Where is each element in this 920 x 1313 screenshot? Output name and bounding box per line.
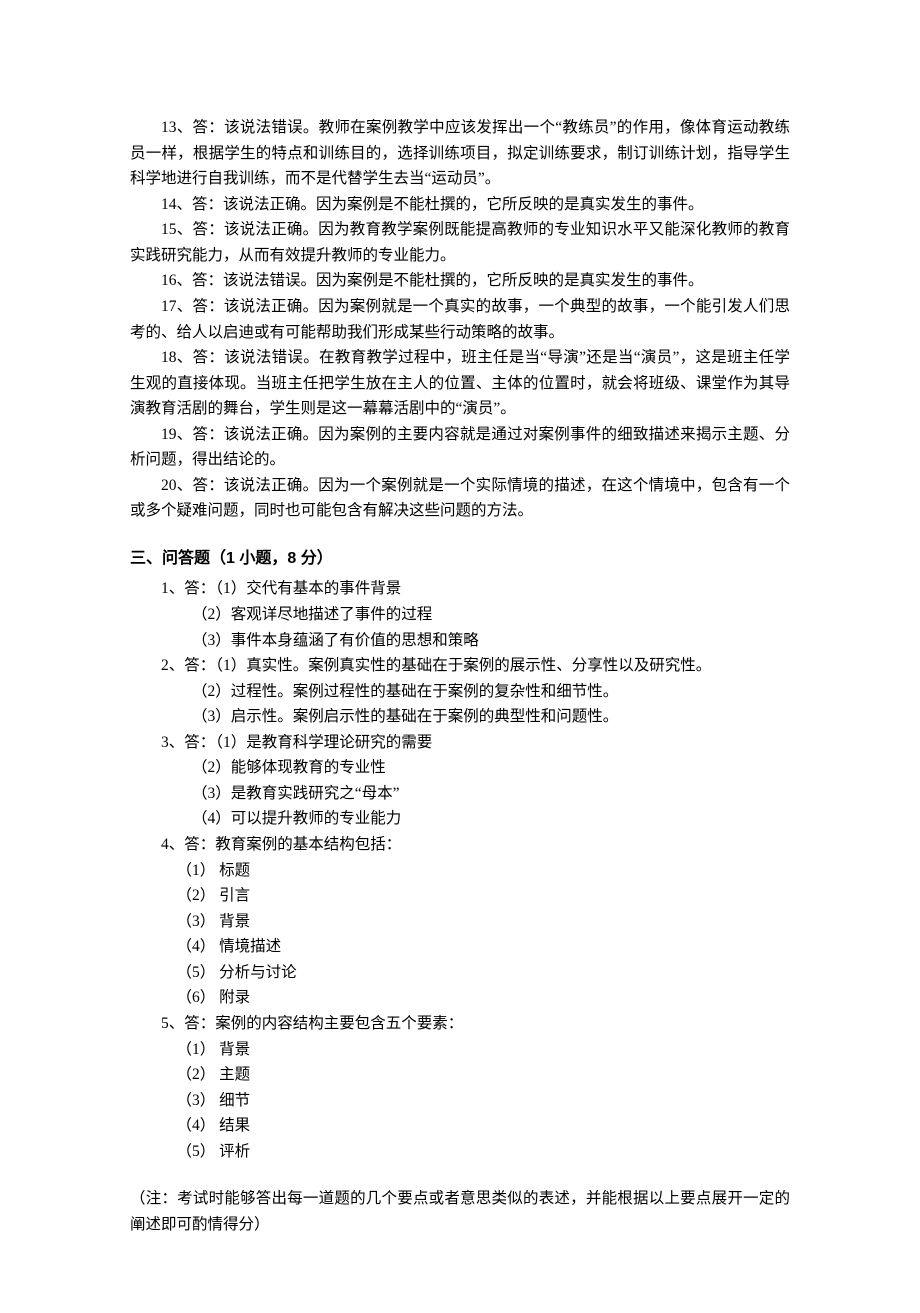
section-3-title: 三、问答题（1 小题，8 分）	[130, 546, 790, 572]
judgment-17: 17、答：该说法正确。因为案例就是一个真实的故事，一个典型的故事，一个能引发人们…	[130, 294, 790, 345]
qa-5-head: 5、答：案例的内容结构主要包含五个要素：	[130, 1011, 790, 1037]
qa-4-sub-4: （4） 情境描述	[130, 934, 790, 960]
qa-2: 2、答：（1）真实性。案例真实性的基础在于案例的展示性、分享性以及研究性。 （2…	[130, 653, 790, 730]
qa-1: 1、答：（1）交代有基本的事件背景 （2）客观详尽地描述了事件的过程 （3）事件…	[130, 576, 790, 653]
qa-4: 4、答：教育案例的基本结构包括： （1） 标题 （2） 引言 （3） 背景 （4…	[130, 832, 790, 1011]
qa-5-sub-2: （2） 主题	[130, 1062, 790, 1088]
judgment-16: 16、答：该说法错误。因为案例是不能杜撰的，它所反映的是真实发生的事件。	[130, 268, 790, 294]
qa-5: 5、答：案例的内容结构主要包含五个要素： （1） 背景 （2） 主题 （3） 细…	[130, 1011, 790, 1164]
judgment-14: 14、答：该说法正确。因为案例是不能杜撰的，它所反映的是真实发生的事件。	[130, 192, 790, 218]
qa-3-sub-1: （2）能够体现教育的专业性	[130, 755, 790, 781]
page: 13、答：该说法错误。教师在案例教学中应该发挥出一个“教练员”的作用，像体育运动…	[0, 0, 920, 1313]
judgment-18: 18、答：该说法错误。在教育教学过程中，班主任是当“导演”还是当“演员”，这是班…	[130, 345, 790, 422]
qa-4-sub-6: （6） 附录	[130, 985, 790, 1011]
qa-5-sub-5: （5） 评析	[130, 1139, 790, 1165]
qa-2-sub-1: （2）过程性。案例过程性的基础在于案例的复杂性和细节性。	[130, 679, 790, 705]
qa-5-sub-4: （4） 结果	[130, 1113, 790, 1139]
qa-4-sub-3: （3） 背景	[130, 909, 790, 935]
judgment-15: 15、答：该说法正确。因为教育教学案例既能提高教师的专业知识水平又能深化教师的教…	[130, 217, 790, 268]
judgment-20: 20、答：该说法正确。因为一个案例就是一个实际情境的描述，在这个情境中，包含有一…	[130, 473, 790, 524]
qa-3: 3、答：（1）是教育科学理论研究的需要 （2）能够体现教育的专业性 （3）是教育…	[130, 730, 790, 832]
qa-4-sub-5: （5） 分析与讨论	[130, 960, 790, 986]
exam-note: （注：考试时能够答出每一道题的几个要点或者意思类似的表述，并能根据以上要点展开一…	[130, 1186, 790, 1237]
judgment-19: 19、答：该说法正确。因为案例的主要内容就是通过对案例事件的细致描述来揭示主题、…	[130, 422, 790, 473]
qa-4-sub-1: （1） 标题	[130, 858, 790, 884]
qa-3-sub-2: （3）是教育实践研究之“母本”	[130, 781, 790, 807]
qa-5-sub-1: （1） 背景	[130, 1037, 790, 1063]
qa-2-sub-2: （3）启示性。案例启示性的基础在于案例的典型性和问题性。	[130, 704, 790, 730]
qa-1-sub-2: （3）事件本身蕴涵了有价值的思想和策略	[130, 628, 790, 654]
qa-4-sub-2: （2） 引言	[130, 883, 790, 909]
qa-5-sub-3: （3） 细节	[130, 1088, 790, 1114]
qa-3-head: 3、答：（1）是教育科学理论研究的需要	[130, 730, 790, 756]
qa-4-head: 4、答：教育案例的基本结构包括：	[130, 832, 790, 858]
judgment-13: 13、答：该说法错误。教师在案例教学中应该发挥出一个“教练员”的作用，像体育运动…	[130, 115, 790, 192]
qa-2-head: 2、答：（1）真实性。案例真实性的基础在于案例的展示性、分享性以及研究性。	[130, 653, 790, 679]
qa-3-sub-3: （4）可以提升教师的专业能力	[130, 806, 790, 832]
qa-1-sub-1: （2）客观详尽地描述了事件的过程	[130, 602, 790, 628]
qa-1-head: 1、答：（1）交代有基本的事件背景	[130, 576, 790, 602]
